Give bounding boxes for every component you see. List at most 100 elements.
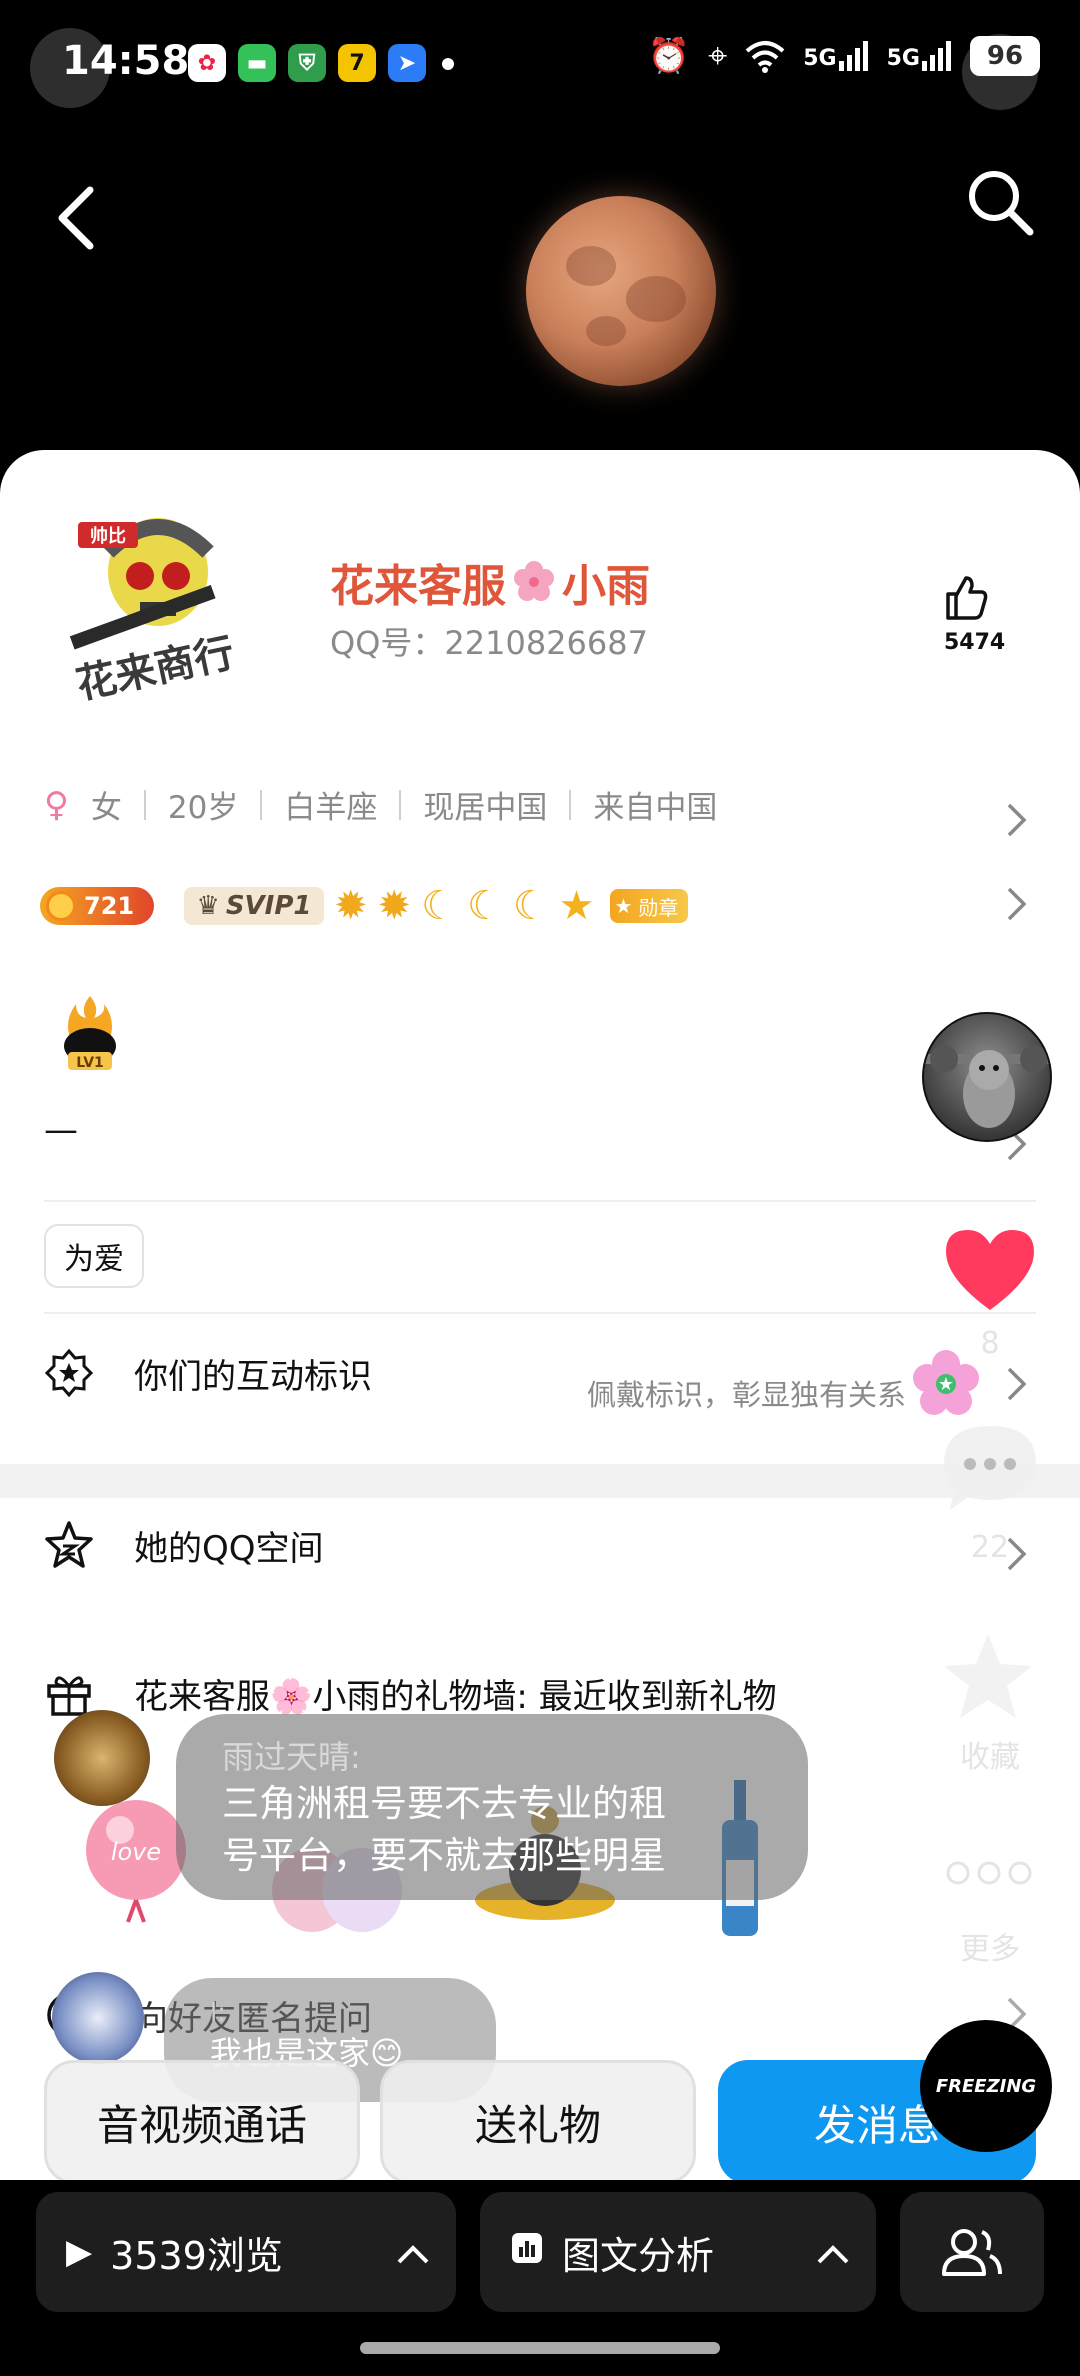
tag-chip[interactable]: 为爱 [44,1224,144,1288]
chevron-right-icon[interactable] [1006,802,1028,838]
sun-icon: ✹ [377,883,412,929]
qzone-row[interactable]: 她的QQ空间 [44,1520,324,1570]
profile-name: 花来客服 小雨 [330,550,650,614]
profile-card: 帅比 花来商行 花来客服 小雨 QQ号：2210826687 5474 ♀ 女 … [0,450,1080,2250]
location-text: 现居中国 [423,790,548,826]
interaction-label: 你们的互动标识 [134,1356,372,1397]
analysis-button[interactable]: 图文分析 [480,2192,876,2312]
status-time: 14:58 [62,38,190,84]
moon-icon: ☾ [512,883,549,929]
coin-icon [46,891,76,921]
sakura-icon [514,561,554,601]
age-text: 20岁 [167,790,239,826]
gallery-app-icon: ✿ [188,44,226,82]
danmaku-avatar[interactable] [54,1710,150,1806]
comment-bubble-icon[interactable] [938,1420,1042,1516]
lv-penguin-icon[interactable]: LV1 [52,990,128,1080]
chevron-up-icon [396,2230,430,2274]
signal-bars-icon [922,41,951,71]
search-icon[interactable] [960,162,1040,242]
badges-row[interactable]: 721 ♛ SVIP1 ✹ ✹ ☾ ☾ ☾ ★ ★ 勋章 [40,883,689,929]
moon-icon: ☾ [466,883,503,929]
medal-label: 勋章 [638,895,679,920]
chevron-up-icon [816,2230,850,2274]
gift-icon [47,1676,91,1716]
svg-text:★: ★ [938,1374,954,1395]
security-app-icon: ⛨ [288,44,326,82]
av-call-button[interactable]: 音视频通话 [44,2060,360,2184]
friends-button[interactable] [900,2192,1044,2312]
home-indicator[interactable] [360,2342,720,2354]
favorite-star-icon[interactable] [940,1630,1036,1722]
alarm-icon: ⏰ [647,36,691,76]
bottom-bar: ▶ 3539浏览 图文分析 [0,2180,1080,2376]
floating-settings-button[interactable] [962,34,1038,110]
chevron-right-icon[interactable] [1006,1366,1028,1402]
profile-cover [0,130,1080,450]
badge-star-icon [44,1348,94,1398]
basic-info-row[interactable]: ♀ 女 20岁 白羊座 现居中国 来自中国 [44,782,717,827]
cat-avatar-image [924,1045,1050,1128]
svip-badge: ♛ SVIP1 [184,887,324,925]
female-icon: ♀ [44,784,69,825]
crown-icon: ♛ [196,891,220,921]
avatar-badge-text: 帅比 [90,525,126,547]
views-button[interactable]: ▶ 3539浏览 [36,2192,456,2312]
views-count: 3539浏览 [110,2233,283,2278]
moon-cover-image [526,196,716,386]
chevron-right-icon[interactable] [1006,886,1028,922]
qq-level-value: 721 [84,892,135,920]
zodiac-text: 白羊座 [284,790,378,826]
wifi-icon [745,41,785,73]
medal-star-icon: ★ [614,894,633,918]
danmaku-text-line-2: 号平台，要不就去那些明星 [222,1834,666,1877]
signature-text: — [44,1110,78,1150]
danmaku-avatar-2[interactable] [52,1972,144,2064]
signal-2: 5G [887,41,952,71]
profile-name-main: 花来客服 [330,561,506,612]
network-type-1: 5G [803,46,837,71]
more-dots-icon[interactable] [944,1860,1034,1886]
lv-label: LV1 [76,1055,104,1071]
qq-level-badge: 721 [40,887,154,925]
profile-avatar[interactable]: 帅比 花来商行 [48,492,258,708]
danmaku-username-2: l: [210,1998,226,2028]
gender-text: 女 [90,790,122,826]
analysis-label: 图文分析 [562,2233,715,2278]
qzone-label: 她的QQ空间 [134,1528,324,1569]
play-icon: ▶ [66,2232,93,2272]
like-count: 5474 [944,630,1006,655]
rail-like-count: 8 [980,1326,1000,1361]
gift-wall-row[interactable]: 花来客服🌸小雨的礼物墙: 最近收到新礼物 [44,1668,777,1718]
qq-number[interactable]: QQ号：2210826687 [330,618,648,664]
divider [44,1200,1036,1202]
rail-comment-count: 22 [970,1530,1010,1565]
chart-icon [510,2230,544,2274]
qzone-star-icon [45,1521,93,1568]
seven-app-icon: 7 [338,44,376,82]
interaction-badge-row[interactable]: 你们的互动标识 [44,1348,372,1398]
section-separator [0,1464,1080,1498]
moon-icon: ☾ [421,883,457,929]
skull-avatar-image: 帅比 花来商行 [69,518,238,708]
star-icon: ★ [558,883,595,929]
send-gift-button[interactable]: 送礼物 [380,2060,696,2184]
balloon-text: love [111,1838,161,1866]
location-icon: ⌖ [708,36,728,76]
network-type-2: 5G [886,46,920,71]
thumbs-up-icon[interactable] [942,574,990,622]
interaction-hint: 佩戴标识，彰显独有关系 [586,1378,906,1412]
author-avatar[interactable] [922,1012,1052,1142]
music-disc-button[interactable]: FREEZING [920,2020,1052,2152]
hometown-text: 来自中国 [593,790,718,826]
divider [44,1312,1036,1314]
danmaku-bubble[interactable]: 雨过天晴: 三角洲租号要不去专业的租 号平台，要不就去那些明星 [176,1714,808,1900]
medal-badge: ★ 勋章 [610,889,689,923]
more-notifications-dot [442,58,454,70]
rail-more-label: 更多 [960,1932,1020,1967]
heart-like-icon[interactable] [942,1226,1038,1312]
rail-favorite-label: 收藏 [960,1740,1020,1775]
svip-label: SVIP1 [225,891,312,921]
message-app-icon: ▬ [238,44,276,82]
back-arrow-icon[interactable] [52,182,100,254]
